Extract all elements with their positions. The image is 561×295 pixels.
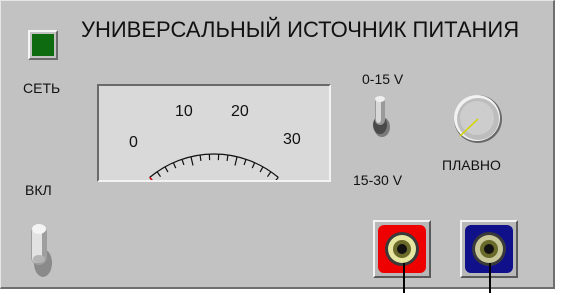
voltmeter-minor-tick: [266, 171, 272, 178]
toggle-switch-icon: [373, 96, 390, 137]
voltmeter-minor-tick: [181, 159, 185, 166]
voltmeter-minor-tick: [172, 162, 177, 169]
toggle-switch-icon: [31, 224, 52, 277]
range-lower-label: 15-30 V: [353, 172, 403, 188]
range-toggle-switch[interactable]: [369, 93, 393, 143]
fine-adjust-label: ПЛАВНО: [442, 157, 501, 173]
voltmeter-minor-tick: [164, 166, 169, 173]
rotary-knob-icon: [454, 95, 502, 143]
voltmeter-major-tick: [234, 156, 238, 166]
range-upper-label: 0-15 V: [362, 71, 404, 87]
power-switch-label: ВКЛ: [25, 182, 52, 198]
power-supply-panel: УНИВЕРСАЛЬНЫЙ ИСТОЧНИК ПИТАНИЯ СЕТЬ 0 10…: [0, 0, 555, 293]
voltmeter-ticks: [149, 153, 279, 180]
negative-wire: [489, 263, 491, 293]
voltmeter-major-tick: [275, 177, 279, 180]
positive-wire: [403, 263, 405, 293]
voltmeter-arc: [149, 153, 279, 178]
panel-title: УНИВЕРСАЛЬНЫЙ ИСТОЧНИК ПИТАНИЯ: [81, 17, 520, 42]
scale-label-20: 20: [231, 103, 249, 120]
voltmeter-minor-tick: [251, 162, 256, 169]
scale-label-30: 30: [283, 131, 301, 148]
scale-label-0: 0: [129, 134, 138, 151]
power-indicator-lamp: [28, 30, 58, 60]
voltmeter-minor-tick: [156, 171, 162, 178]
voltmeter-minor-tick: [226, 154, 229, 161]
voltmeter-minor-tick: [199, 154, 202, 161]
voltmeter-minor-tick: [243, 159, 247, 166]
scale-label-10: 10: [175, 103, 193, 120]
voltmeter-minor-tick: [259, 166, 264, 173]
banana-jack-red-icon: [378, 225, 426, 273]
voltmeter-major-tick: [190, 156, 194, 166]
voltmeter: 0 10 20 30: [97, 84, 331, 182]
power-toggle-switch[interactable]: [27, 219, 55, 283]
power-indicator-light: [32, 34, 54, 56]
power-indicator-label: СЕТЬ: [23, 80, 61, 96]
fine-adjust-knob[interactable]: [448, 89, 508, 149]
positive-terminal[interactable]: [373, 220, 431, 278]
voltmeter-needle: [149, 176, 153, 180]
